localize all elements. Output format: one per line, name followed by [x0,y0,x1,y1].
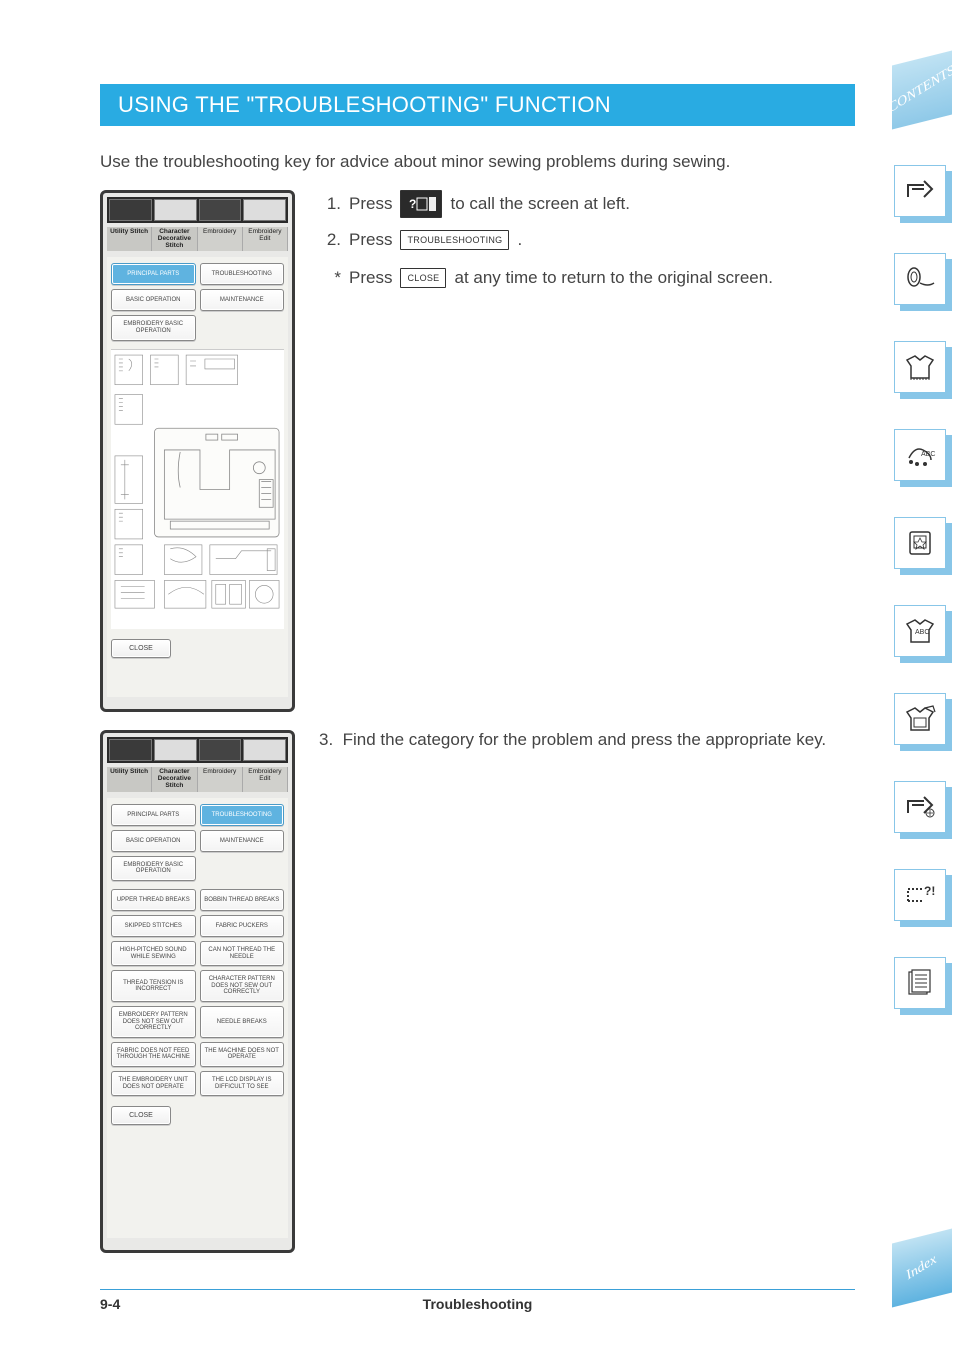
steps-block: 1. Press ? to call the screen at left. 2… [319,190,855,712]
lcd-topbar [107,737,288,763]
trouble-button[interactable]: CHARACTER PATTERN DOES NOT SEW OUT CORRE… [200,970,285,1002]
intro-text: Use the troubleshooting key for advice a… [100,152,855,172]
tab-8[interactable]: 8 — [894,781,946,833]
tab-1[interactable]: 1 — [894,165,946,217]
tab-appendix[interactable] [894,957,946,1009]
footer-section-title: Troubleshooting [423,1296,533,1312]
help-topic-button[interactable]: TROUBLESHOOTING [200,804,285,826]
step-text: to call the screen at left. [450,194,630,214]
tab-6[interactable]: 6 —ABC [894,605,946,657]
close-button[interactable]: CLOSE [111,1106,171,1125]
contents-tab[interactable]: CONTENTS [892,51,952,130]
tab-5[interactable]: 5 — [894,517,946,569]
step-text: Press [349,230,392,250]
top-icon [109,199,152,221]
trouble-button[interactable]: EMBROIDERY PATTERN DOES NOT SEW OUT CORR… [111,1006,196,1038]
top-icon [109,739,152,761]
help-topic-button[interactable]: MAINTENANCE [200,289,285,311]
tab-2[interactable]: 2 — [894,253,946,305]
top-icon [243,739,286,761]
trouble-button[interactable]: CAN NOT THREAD THE NEEDLE [200,941,285,966]
step-text: Find the category for the problem and pr… [343,730,827,749]
step-text: Press [349,194,392,214]
help-topic-button[interactable]: PRINCIPAL PARTS [111,263,196,285]
index-label: Index [905,1252,940,1284]
trouble-button[interactable]: BOBBIN THREAD BREAKS [200,889,285,911]
page-number: 9-4 [100,1296,120,1312]
trouble-button[interactable]: FABRIC DOES NOT FEED THROUGH THE MACHINE [111,1042,196,1067]
mode-tabs: Utility Stitch Character Decorative Stit… [107,227,288,251]
help-topic-button[interactable]: BASIC OPERATION [111,289,196,311]
step-text: at any time to return to the original sc… [454,268,772,288]
mode-tab[interactable]: Utility Stitch [107,227,152,251]
lcd-topbar [107,197,288,223]
trouble-button[interactable]: HIGH-PITCHED SOUND WHILE SEWING [111,941,196,966]
trouble-button[interactable]: FABRIC PUCKERS [200,915,285,937]
tab-3[interactable]: 3 — [894,341,946,393]
top-icon [243,199,286,221]
svg-text:ABC: ABC [921,451,935,458]
tab-7[interactable]: 7 — [894,693,946,745]
section-heading: USING THE "TROUBLESHOOTING" FUNCTION [100,84,855,126]
step-text: . [517,230,522,250]
mode-tab[interactable]: Character Decorative Stitch [152,767,197,791]
help-topic-button[interactable]: TROUBLESHOOTING [200,263,285,285]
help-topic-button[interactable]: PRINCIPAL PARTS [111,804,196,826]
top-icon [154,739,197,761]
help-icon [199,739,242,761]
help-topic-button[interactable]: EMBROIDERY BASIC OPERATION [111,856,196,881]
mode-tab[interactable]: Character Decorative Stitch [152,227,197,251]
top-icon [154,199,197,221]
help-icon [199,199,242,221]
svg-text:ABC: ABC [915,629,929,636]
trouble-button[interactable]: THE EMBROIDERY UNIT DOES NOT OPERATE [111,1071,196,1096]
step-number: 2. [319,230,341,250]
tab-4[interactable]: 4 —ABC [894,429,946,481]
help-topic-button[interactable]: MAINTENANCE [200,830,285,852]
chapter-tabs: 1 — 2 — 3 — 4 —ABC 5 — 6 —ABC 7 — 8 — 9 … [894,165,954,1045]
contents-label: CONTENTS [887,63,954,117]
step-number: 3. [319,730,333,749]
close-inline-button[interactable]: CLOSE [400,268,446,288]
trouble-button[interactable]: THREAD TENSION IS INCORRECT [111,970,196,1002]
trouble-button[interactable]: NEEDLE BREAKS [200,1006,285,1038]
trouble-button[interactable]: UPPER THREAD BREAKS [111,889,196,911]
parts-diagram [111,349,284,629]
mode-tab[interactable]: Embroidery Edit [243,767,288,791]
help-topic-button[interactable]: BASIC OPERATION [111,830,196,852]
lcd-screen-1: Utility Stitch Character Decorative Stit… [100,190,295,712]
tab-9[interactable]: 9 —?! [894,869,946,921]
troubleshooting-button[interactable]: TROUBLESHOOTING [400,230,509,250]
step-text: Press [349,268,392,288]
mode-tabs: Utility Stitch Character Decorative Stit… [107,767,288,791]
trouble-button[interactable]: THE LCD DISPLAY IS DIFFICULT TO SEE [200,1071,285,1096]
mode-tab[interactable]: Embroidery Edit [243,227,288,251]
close-button[interactable]: CLOSE [111,639,171,658]
page-footer: 9-4 Troubleshooting [100,1289,855,1312]
step-number: 1. [319,194,341,214]
trouble-button[interactable]: THE MACHINE DOES NOT OPERATE [200,1042,285,1067]
index-tab[interactable]: Index [892,1229,952,1308]
lcd-screen-2: Utility Stitch Character Decorative Stit… [100,730,295,1252]
help-icon-button[interactable]: ? [400,190,442,218]
mode-tab[interactable]: Utility Stitch [107,767,152,791]
mode-tab[interactable]: Embroidery [198,227,243,251]
help-panel: PRINCIPAL PARTS TROUBLESHOOTING BASIC OP… [107,257,288,697]
help-topic-button[interactable]: EMBROIDERY BASIC OPERATION [111,315,196,340]
help-panel-troubleshoot: PRINCIPAL PARTS TROUBLESHOOTING BASIC OP… [107,798,288,1238]
mode-tab[interactable]: Embroidery [198,767,243,791]
step-asterisk: * [319,268,341,288]
svg-text:?!: ?! [924,884,935,898]
trouble-button[interactable]: SKIPPED STITCHES [111,915,196,937]
svg-text:?: ? [409,197,417,211]
